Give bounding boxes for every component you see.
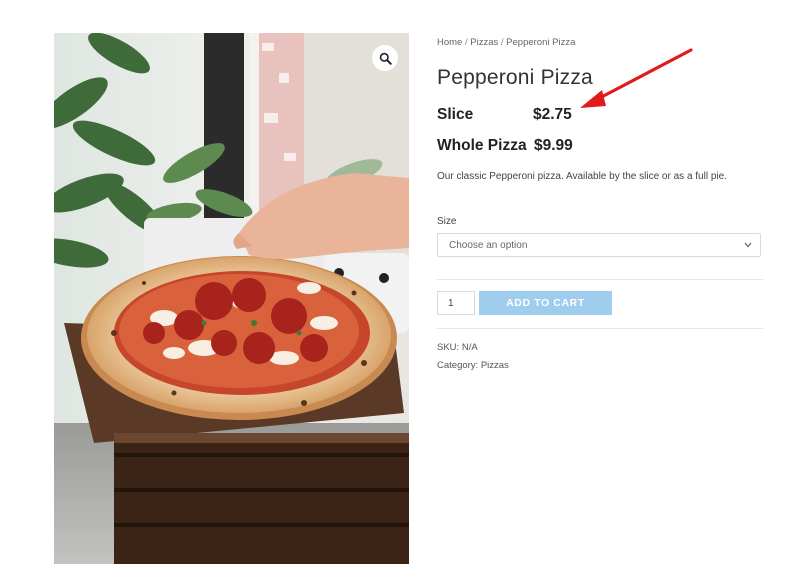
breadcrumb-home[interactable]: Home (437, 37, 462, 48)
product-image[interactable] (54, 33, 409, 564)
add-to-cart-form: 1 ADD TO CART (437, 291, 763, 315)
price-row-whole: Whole Pizza $9.99 (437, 136, 763, 156)
category-link[interactable]: Pizzas (481, 360, 509, 371)
quantity-input[interactable]: 1 (437, 291, 475, 315)
divider (437, 279, 763, 280)
product-category: Category: Pizzas (437, 357, 763, 375)
price-value: $9.99 (534, 137, 573, 154)
product-page: Home / Pizzas / Pepperoni Pizza Pepperon… (0, 0, 800, 579)
sku-value: N/A (461, 342, 478, 353)
pizza-photo (54, 33, 409, 564)
breadcrumb-current: Pepperoni Pizza (506, 37, 576, 48)
category-label: Category: (437, 360, 479, 371)
size-select[interactable]: Choose an option (437, 233, 761, 257)
product-description: Our classic Pepperoni pizza. Available b… (437, 171, 727, 182)
divider (437, 328, 763, 329)
price-label: Slice (437, 106, 474, 123)
breadcrumb-separator: / (498, 37, 507, 48)
price-label: Whole Pizza (437, 137, 527, 154)
size-label: Size (437, 216, 457, 227)
size-select-value: Choose an option (449, 239, 528, 251)
search-icon (379, 52, 392, 65)
zoom-button[interactable] (372, 45, 398, 71)
add-to-cart-button[interactable]: ADD TO CART (479, 291, 612, 315)
breadcrumb-category[interactable]: Pizzas (470, 37, 498, 48)
sku-label: SKU: (437, 342, 460, 353)
price-value: $2.75 (533, 106, 572, 123)
chevron-down-icon (744, 242, 752, 248)
product-sku: SKU: N/A (437, 339, 763, 357)
annotation-arrow-icon (580, 48, 693, 108)
